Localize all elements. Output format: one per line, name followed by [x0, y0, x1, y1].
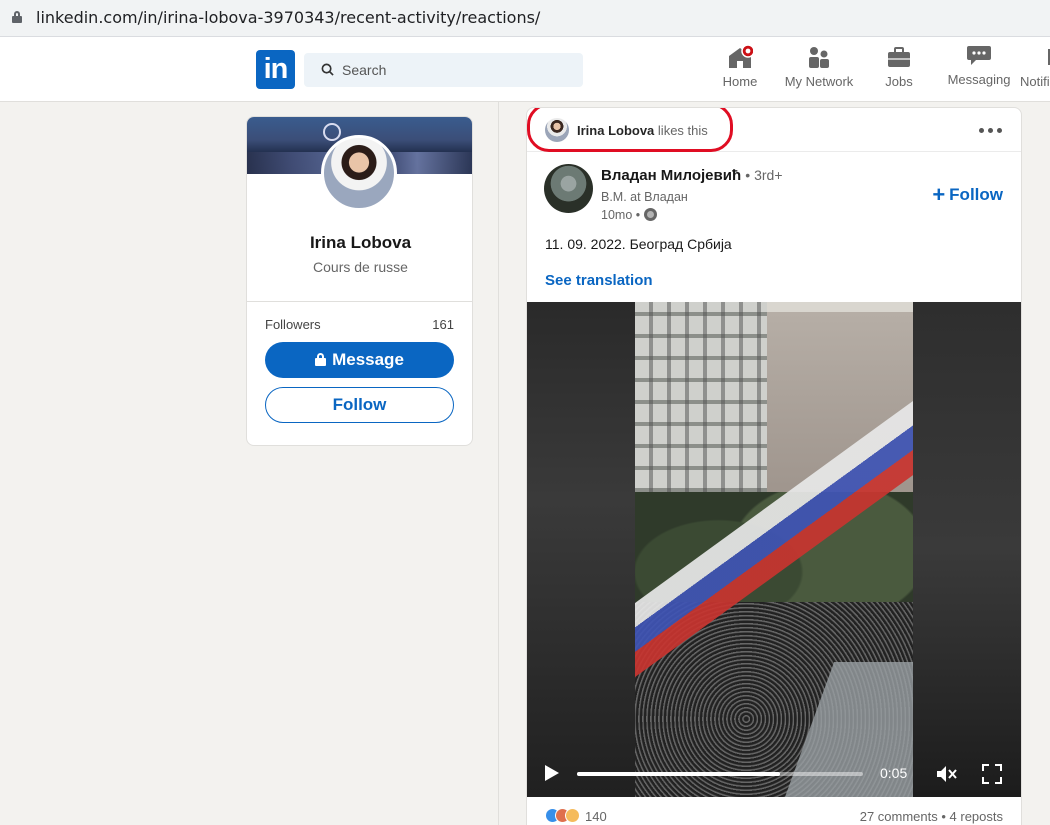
video-controls: 0:05 — [527, 752, 1021, 797]
video-time: 0:05 — [880, 765, 908, 781]
author-avatar[interactable] — [544, 164, 593, 213]
nav-my-network-label: My Network — [784, 74, 854, 89]
lock-icon — [12, 11, 22, 23]
globe-icon — [643, 208, 657, 221]
avatar[interactable] — [321, 135, 397, 211]
profile-card: Irina Lobova Cours de russe Followers 16… — [246, 116, 473, 446]
search-icon — [321, 63, 334, 76]
followers-label: Followers — [265, 317, 321, 332]
message-button[interactable]: Message — [265, 342, 454, 378]
people-icon — [806, 45, 832, 69]
nav-jobs[interactable]: Jobs — [882, 45, 916, 95]
mute-icon[interactable] — [935, 764, 957, 784]
connection-degree: • 3rd+ — [745, 167, 783, 183]
nav-home[interactable]: Home — [722, 44, 758, 95]
video-progress-fill — [577, 772, 781, 776]
support-reaction-icon — [565, 808, 580, 823]
nav-notifications[interactable]: Notifi — [1020, 45, 1050, 95]
see-translation-link[interactable]: See translation — [545, 272, 653, 289]
top-nav: in Home My Network — [0, 37, 1050, 102]
fullscreen-icon[interactable] — [982, 764, 1002, 784]
follow-button[interactable]: Follow — [265, 387, 454, 423]
chat-icon — [966, 43, 992, 67]
profile-name[interactable]: Irina Lobova — [247, 233, 472, 253]
nav-messaging[interactable]: Messaging — [946, 43, 1012, 93]
post-time-text: 10mo • — [601, 208, 641, 222]
followers-count: 161 — [432, 317, 454, 332]
nav-jobs-label: Jobs — [885, 74, 913, 89]
lock-icon — [315, 353, 327, 366]
author-title: B.M. at Владан — [601, 190, 688, 204]
briefcase-icon — [886, 45, 912, 69]
author-name[interactable]: Владан Милојевић — [601, 167, 741, 184]
post-time: 10mo • — [601, 208, 657, 222]
video-player[interactable]: 0:05 — [527, 302, 1021, 797]
nav-my-network[interactable]: My Network — [782, 45, 856, 95]
profile-headline: Cours de russe — [313, 259, 408, 275]
reactions-count: 140 — [585, 809, 607, 824]
follow-author-label: Follow — [949, 185, 1003, 204]
video-frame — [635, 302, 913, 797]
nav-home-label: Home — [722, 74, 758, 89]
highlight-annotation — [527, 108, 733, 152]
divider — [247, 301, 472, 302]
nav-notifications-label: Notifi — [1020, 74, 1050, 89]
browser-address-bar[interactable]: linkedin.com/in/irina-lobova-3970343/rec… — [0, 0, 1050, 37]
linkedin-logo[interactable]: in — [256, 50, 295, 89]
more-options-icon[interactable] — [979, 122, 1005, 138]
column-divider — [498, 102, 499, 825]
post-text: 11. 09. 2022. Београд Србија — [545, 236, 732, 252]
nav-messaging-label: Messaging — [947, 72, 1011, 87]
url-text[interactable]: linkedin.com/in/irina-lobova-3970343/rec… — [36, 8, 540, 27]
follow-author-button[interactable]: + Follow — [932, 182, 1003, 208]
search-input[interactable] — [342, 53, 572, 87]
play-icon[interactable] — [545, 765, 559, 781]
video-progress-bar[interactable] — [577, 772, 863, 776]
message-button-label: Message — [332, 350, 404, 369]
comments-reposts[interactable]: 27 comments • 4 reposts — [860, 809, 1003, 824]
search-box[interactable] — [304, 53, 583, 87]
author-name-row: Владан Милојевић • 3rd+ — [601, 167, 783, 184]
post-card: Irina Lobova likes this Владан Милојевић… — [526, 107, 1022, 825]
home-icon — [727, 44, 755, 69]
plus-icon: + — [932, 182, 946, 207]
bell-icon — [1020, 45, 1050, 69]
